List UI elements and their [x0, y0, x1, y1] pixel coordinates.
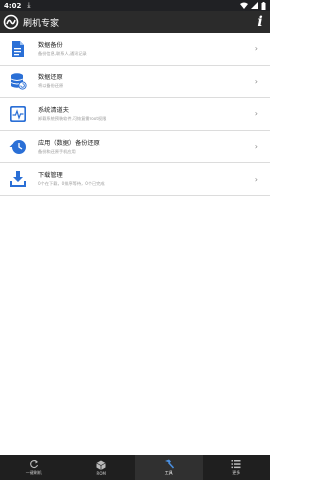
bottom-nav: 一键刷机 ROM 工具 更多: [0, 455, 270, 480]
signal-icon: [251, 2, 258, 9]
download-status-icon: ⤓: [27, 1, 31, 9]
system-clean-icon: [9, 105, 27, 123]
tab-label: 更多: [232, 470, 241, 475]
app-bar: 刷机专家 i: [0, 11, 270, 33]
tools-list: 数据备份 备份信息,联系人,通讯记录 › 数据还原 将以备份还原 › 系统清道夫…: [0, 33, 270, 196]
status-time: 4:02: [4, 1, 22, 10]
battery-icon: [261, 1, 266, 10]
list-item-app-backup-restore[interactable]: 应用（数据）备份还原 备份和还原手机应用 ›: [0, 130, 270, 164]
cube-icon: [96, 460, 106, 470]
download-tray-icon: [9, 170, 27, 188]
list-item-system-cleaner[interactable]: 系统清道夫 卸载系统预装软件,可恢复需root权限 ›: [0, 98, 270, 131]
wifi-icon: [240, 2, 248, 9]
hammer-icon: [164, 459, 174, 469]
tab-label: 一键刷机: [25, 470, 42, 475]
item-title: 系统清道夫: [38, 106, 69, 114]
item-subtitle: 卸载系统预装软件,可恢复需root权限: [38, 115, 107, 121]
app-logo-icon: [3, 14, 19, 30]
refresh-icon: [29, 459, 39, 469]
tab-tools[interactable]: 工具: [135, 455, 203, 480]
chevron-right-icon: ›: [254, 44, 258, 54]
item-subtitle: 备份信息,联系人,通讯记录: [38, 50, 87, 56]
tab-flash[interactable]: 一键刷机: [0, 455, 68, 480]
tab-more[interactable]: 更多: [203, 455, 271, 480]
chevron-right-icon: ›: [254, 174, 258, 184]
tab-rom[interactable]: ROM: [68, 455, 136, 480]
list-item-download-manager[interactable]: 下载管理 0个在下载，0排序等待，0个已完成 ›: [0, 163, 270, 196]
item-title: 数据备份: [38, 41, 63, 49]
status-bar: 4:02 ⤓: [0, 0, 270, 11]
chevron-right-icon: ›: [254, 142, 258, 152]
info-button[interactable]: i: [253, 13, 267, 31]
item-title: 数据还原: [38, 74, 63, 82]
app-title: 刷机专家: [23, 18, 60, 29]
app-backup-icon: [9, 138, 27, 156]
chevron-right-icon: ›: [254, 76, 258, 86]
list-item-data-backup[interactable]: 数据备份 备份信息,联系人,通讯记录 ›: [0, 33, 270, 66]
item-title: 应用（数据）备份还原: [38, 139, 100, 147]
list-icon: [231, 459, 241, 469]
list-item-data-restore[interactable]: 数据还原 将以备份还原 ›: [0, 65, 270, 99]
document-backup-icon: [9, 40, 27, 58]
chevron-right-icon: ›: [254, 109, 258, 119]
item-subtitle: 0个在下载，0排序等待，0个已完成: [38, 181, 105, 187]
item-subtitle: 备份和还原手机应用: [38, 148, 76, 154]
item-title: 下载管理: [38, 172, 63, 180]
database-restore-icon: [9, 72, 27, 90]
item-subtitle: 将以备份还原: [38, 83, 64, 89]
tab-label: 工具: [164, 470, 173, 475]
tab-label: ROM: [96, 470, 106, 476]
